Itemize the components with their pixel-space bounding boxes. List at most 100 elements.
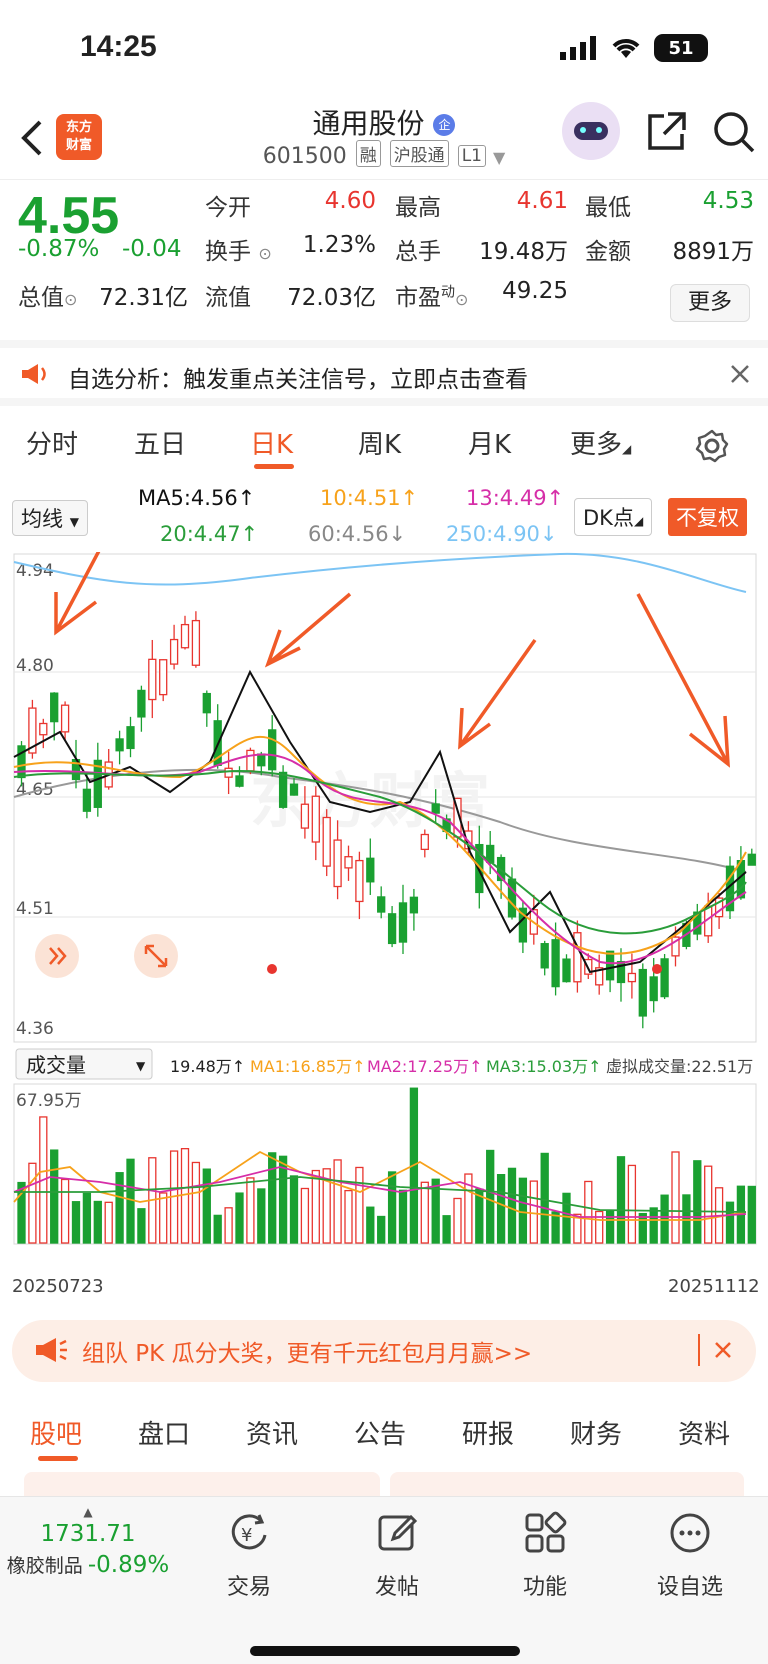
volume-bar xyxy=(137,1208,146,1244)
kline-chart[interactable]: 4.94 4.80 4.65 4.51 4.36 东方财富 成交量 ▼ 19.4… xyxy=(0,552,768,1312)
dk-button[interactable]: DK点◢ xyxy=(574,498,653,536)
candle-body xyxy=(562,958,571,983)
volume-ma1: MA1:16.85万↑ xyxy=(250,1057,366,1076)
volume-value: 19.48万 xyxy=(479,239,568,265)
close-icon[interactable] xyxy=(730,364,750,384)
virtual-volume: 虚拟成交量:22.51万 xyxy=(606,1057,753,1076)
turnover-label: 换手 ⊙ xyxy=(205,239,272,265)
status-bar: 14:25 51 xyxy=(0,0,768,96)
tab-announcements[interactable]: 公告 xyxy=(354,1414,406,1451)
candle-body xyxy=(377,896,386,913)
volume-bar xyxy=(224,1207,233,1244)
volume-bar xyxy=(725,1201,735,1244)
tab-weekly-k[interactable]: 周K xyxy=(358,424,401,461)
tab-forum[interactable]: 股吧 xyxy=(30,1414,82,1461)
caret-down-icon[interactable]: ▼ xyxy=(493,148,505,167)
volume-bar xyxy=(627,1164,637,1244)
volume-bar xyxy=(682,1194,691,1244)
volume-bar xyxy=(704,1165,713,1244)
tab-orderbook[interactable]: 盘口 xyxy=(138,1414,190,1451)
trade-button[interactable]: ¥ 交易 xyxy=(222,1511,276,1601)
no-adjust-button[interactable]: 不复权 xyxy=(668,498,747,536)
forum-card[interactable] xyxy=(24,1472,380,1498)
volume-bar xyxy=(93,1200,102,1244)
tab-financials[interactable]: 财务 xyxy=(570,1414,622,1451)
candle-body xyxy=(638,968,647,1017)
share-icon[interactable] xyxy=(646,110,688,152)
grid-icon xyxy=(525,1511,567,1553)
volume-bar xyxy=(213,1214,222,1244)
candle-body xyxy=(115,738,124,752)
pe-value: 49.25 xyxy=(502,278,568,304)
candle-body xyxy=(202,692,211,714)
low-value: 4.53 xyxy=(702,188,754,214)
tab-research[interactable]: 研报 xyxy=(462,1414,514,1451)
volume-bar xyxy=(562,1192,571,1244)
add-watchlist-button[interactable]: 设自选 xyxy=(650,1511,730,1601)
assistant-avatar[interactable] xyxy=(562,102,620,160)
info-tabs: 股吧 盘口 资讯 公告 研报 财务 资料 xyxy=(0,1400,768,1470)
volume-bar xyxy=(257,1188,266,1244)
volume-bar xyxy=(693,1160,702,1244)
tab-more[interactable]: 更多◢ xyxy=(570,424,631,461)
candle-body xyxy=(507,878,517,918)
tab-news[interactable]: 资讯 xyxy=(246,1414,298,1451)
volume-bar xyxy=(333,1159,342,1244)
ma-selector[interactable]: 均线 ▼ xyxy=(12,500,88,536)
notice-bar[interactable]: 自选分析：触发重点关注信号，立即点击查看 xyxy=(0,340,768,406)
promo-banner[interactable]: 组队 PK 瓜分大奖，更有千元红包月月赢>> xyxy=(12,1320,756,1382)
volume-ma2-line xyxy=(13,1166,747,1218)
expand-left-icon[interactable] xyxy=(35,934,79,978)
candle-body xyxy=(126,726,135,750)
volume-bar xyxy=(191,1161,201,1244)
turnover-value: 1.23% xyxy=(302,232,376,258)
gear-icon[interactable] xyxy=(694,428,730,464)
tab-five-day[interactable]: 五日 xyxy=(134,424,186,461)
volume-bar xyxy=(268,1152,277,1244)
more-dots-icon xyxy=(670,1513,710,1553)
candle-body xyxy=(191,619,201,666)
amount-value: 8891万 xyxy=(672,239,754,265)
candle-body xyxy=(137,689,146,718)
float-label: 流值 xyxy=(205,285,251,311)
enterprise-badge: 企 xyxy=(433,114,456,136)
candle-body xyxy=(224,767,233,778)
megaphone-icon xyxy=(36,1338,67,1362)
tab-profile[interactable]: 资料 xyxy=(678,1414,730,1451)
high-label: 最高 xyxy=(395,195,441,221)
more-button[interactable]: 更多 xyxy=(670,284,750,322)
volume-bar xyxy=(60,1178,70,1244)
volume-selector-label: 成交量 xyxy=(26,1053,86,1077)
tab-monthly-k[interactable]: 月K xyxy=(468,424,511,461)
volume-bar xyxy=(518,1177,528,1244)
candle-body xyxy=(39,722,48,736)
index-widget[interactable]: ▲ 1731.71 橡胶制品 -0.89% xyxy=(0,1505,176,1578)
volume-bar xyxy=(202,1168,211,1244)
volume-bar xyxy=(311,1169,320,1244)
fullscreen-icon[interactable] xyxy=(134,934,178,978)
volume-current: 19.48万↑ xyxy=(170,1057,245,1076)
candle-body xyxy=(235,775,244,787)
price-tick: 4.36 xyxy=(16,1019,54,1039)
ma10-value: 10:4.51↑ xyxy=(320,486,419,510)
signal-icon xyxy=(560,36,596,60)
svg-text:¥: ¥ xyxy=(241,1525,252,1546)
tab-intraday[interactable]: 分时 xyxy=(26,424,78,461)
candle-body xyxy=(627,972,637,983)
forum-card[interactable] xyxy=(390,1472,744,1498)
tab-daily-k[interactable]: 日K xyxy=(250,424,294,469)
candle-body xyxy=(311,795,320,843)
volume-bar xyxy=(442,1215,451,1244)
function-button[interactable]: 功能 xyxy=(518,1511,572,1601)
chart-tabs: 分时 五日 日K 周K 月K 更多◢ xyxy=(0,412,768,476)
candle-body xyxy=(605,950,615,981)
bottom-toolbar: ▲ 1731.71 橡胶制品 -0.89% ¥ 交易 发帖 功能 设自选 xyxy=(0,1496,768,1664)
post-button[interactable]: 发帖 xyxy=(370,1511,424,1601)
candle-body xyxy=(344,856,353,869)
trade-icon: ¥ xyxy=(231,1514,267,1550)
close-icon[interactable] xyxy=(714,1341,732,1359)
volume-ma3: MA3:15.03万↑ xyxy=(486,1057,602,1076)
volume-bar xyxy=(180,1148,190,1244)
search-icon[interactable] xyxy=(712,110,756,154)
volume-bar xyxy=(496,1174,506,1244)
